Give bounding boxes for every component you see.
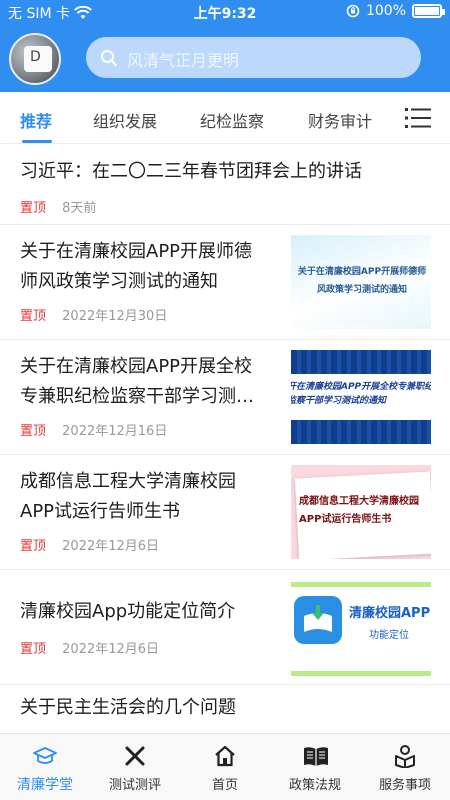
news-title-line-2: APP试运行告师生书: [20, 501, 181, 522]
thumbnail-text: 开在清廉校园APP开展全校专兼职纪检监察干部学习测试的通知: [291, 382, 431, 406]
category-tabs: 推荐 组织发展 纪检监察 财务审计: [0, 92, 450, 144]
news-title-line-2: 专兼职纪检监察干部学习测…: [20, 386, 254, 407]
nav-label: 测试测评: [108, 778, 161, 793]
news-title: 习近平：在二〇二三年春节团拜会上的讲话: [20, 161, 362, 182]
news-item[interactable]: 成都信息工程大学清廉校园 APP试运行告师生书 置顶 2022年12月6日 成都…: [0, 455, 450, 570]
tab-finance[interactable]: 财务审计: [308, 108, 372, 132]
orientation-lock-icon: [346, 4, 360, 18]
book-icon: [304, 747, 328, 766]
news-date: 2022年12月16日: [62, 424, 168, 439]
news-date: 2022年12月6日: [62, 539, 160, 554]
pencil-ruler-icon: [125, 746, 145, 766]
nav-classroom[interactable]: 清廉学堂: [0, 734, 90, 800]
news-title: 关于民主生活会的几个问题: [20, 697, 236, 718]
news-thumbnail: 关于在清廉校园APP开展师德师风政策学习测试的通知: [291, 235, 431, 329]
news-date: 2022年12月30日: [62, 309, 168, 324]
service-box-icon: [395, 745, 415, 768]
thumbnail-text: 成都信息工程大学清廉校园APP试运行告师生书: [299, 496, 419, 525]
thumbnail-app-name: 清廉校园APP: [349, 606, 431, 621]
pinned-tag: 置顶: [20, 642, 47, 657]
nav-label: 首页: [211, 778, 238, 793]
graduation-cap-icon: [33, 747, 57, 764]
news-title-line-2: 师风政策学习测试的通知: [20, 271, 218, 292]
news-thumbnail: 成都信息工程大学清廉校园APP试运行告师生书: [291, 465, 431, 559]
news-item[interactable]: 关于在清廉校园APP开展师德 师风政策学习测试的通知 置顶 2022年12月30…: [0, 225, 450, 340]
news-title-line-1: 关于在清廉校园APP开展师德: [20, 241, 253, 262]
status-bar: 无 SIM 卡 上午9:32 100%: [0, 0, 450, 24]
news-item[interactable]: 关于在清廉校园APP开展全校 专兼职纪检监察干部学习测… 置顶 2022年12月…: [0, 340, 450, 455]
pinned-tag: 置顶: [20, 424, 47, 439]
news-item[interactable]: 关于民主生活会的几个问题: [0, 685, 450, 733]
active-tab-indicator: [22, 140, 52, 143]
news-item[interactable]: 习近平：在二〇二三年春节团拜会上的讲话 置顶 8天前: [0, 145, 450, 225]
battery-percent: 100%: [365, 3, 406, 19]
app-header: 无 SIM 卡 上午9:32 100% D 风清气正月更明: [0, 0, 450, 92]
thumbnail-text: 关于在清廉校园APP开展师德师风政策学习测试的通知: [297, 267, 427, 295]
home-icon: [215, 745, 235, 767]
news-title: 清廉校园App功能定位简介: [20, 601, 236, 622]
news-title-line-1: 关于在清廉校园APP开展全校: [20, 356, 253, 377]
category-menu-icon[interactable]: [405, 106, 431, 130]
search-icon: [101, 50, 117, 66]
nav-services[interactable]: 服务事项: [360, 734, 450, 800]
tab-discipline[interactable]: 纪检监察: [200, 108, 264, 132]
nav-label: 服务事项: [378, 778, 431, 793]
nav-policy[interactable]: 政策法规: [270, 734, 360, 800]
app-logo-icon: [294, 596, 342, 644]
news-date: 2022年12月6日: [62, 642, 160, 657]
tab-recommend[interactable]: 推荐: [20, 108, 52, 132]
nav-test[interactable]: 测试测评: [90, 734, 180, 800]
avatar-key-letter: D: [30, 49, 41, 65]
thumbnail-subtitle: 功能定位: [369, 630, 409, 641]
bottom-nav: 清廉学堂 测试测评 首页 政策法规 服务事项: [0, 733, 450, 800]
news-thumbnail: 开在清廉校园APP开展全校专兼职纪检监察干部学习测试的通知: [291, 350, 431, 444]
news-date: 8天前: [62, 201, 97, 216]
pinned-tag: 置顶: [20, 539, 47, 554]
news-thumbnail: 清廉校园APP 功能定位: [291, 582, 431, 676]
search-bar[interactable]: 风清气正月更明: [86, 37, 421, 78]
nav-home[interactable]: 首页: [180, 734, 270, 800]
nav-label: 清廉学堂: [17, 777, 73, 793]
battery-icon: [412, 4, 445, 18]
pinned-tag: 置顶: [20, 201, 47, 216]
tab-organization[interactable]: 组织发展: [93, 108, 157, 132]
news-title-line-1: 成都信息工程大学清廉校园: [20, 471, 236, 492]
avatar[interactable]: D: [9, 33, 61, 85]
news-item[interactable]: 清廉校园App功能定位简介 置顶 2022年12月6日 清廉校园APP 功能定位: [0, 570, 450, 685]
nav-label: 政策法规: [288, 778, 341, 793]
pinned-tag: 置顶: [20, 309, 47, 324]
search-placeholder: 风清气正月更明: [127, 51, 240, 70]
